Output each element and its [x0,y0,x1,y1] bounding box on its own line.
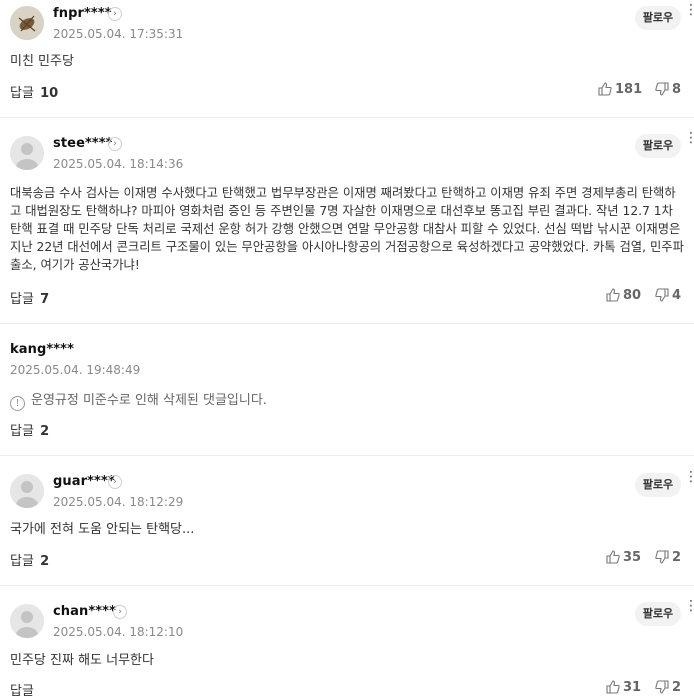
more-options-icon[interactable]: ⋮ [684,599,694,613]
avatar[interactable] [10,604,44,638]
chevron-right-icon[interactable]: › [108,7,122,21]
timestamp: 2025.05.04. 18:12:10 [53,625,184,639]
comment-item: chan**** › 2025.05.04. 18:12:10 팔로우 ⋮ 민주… [0,586,694,700]
reply-label: 답글 [10,424,34,439]
username: kang**** [10,342,74,357]
follow-button[interactable]: 팔로우 [635,602,681,626]
comment-item: fnpr**** › 2025.05.04. 17:35:31 팔로우 ⋮ 미친… [0,0,694,118]
comment-text: 미친 민주당 [10,54,74,69]
reply-button[interactable]: 답글 [10,680,34,699]
avatar[interactable] [10,136,44,170]
dislike-count: 4 [672,288,682,303]
chevron-right-icon[interactable]: › [113,605,127,619]
reply-button[interactable]: 답글 10 [10,82,58,101]
more-options-icon[interactable]: ⋮ [684,470,694,484]
timestamp: 2025.05.04. 18:12:29 [53,495,184,509]
reply-label: 답글 [10,684,34,699]
follow-button[interactable]: 팔로우 [635,134,681,158]
reply-label: 답글 [10,86,34,101]
username[interactable]: chan**** [53,604,116,619]
dislike-button[interactable]: 2 [655,680,681,695]
comment-item: stee**** › 2025.05.04. 18:14:36 팔로우 ⋮ 대북… [0,118,694,324]
reply-button[interactable]: 답글 2 [10,550,49,569]
like-count: 31 [623,680,642,695]
comment-item: kang**** 2025.05.04. 19:48:49 ! 운영규정 미준수로… [0,324,694,456]
reply-button[interactable]: 답글 7 [10,288,49,307]
reply-button[interactable]: 답글 2 [10,420,49,439]
comment-text: 국가에 전혀 도움 안되는 탄핵당... [10,522,195,537]
comment-text: 대북송금 수사 검사는 이재명 수사했다고 탄핵했고 법무부장관은 이재명 째려… [10,186,684,272]
dislike-button[interactable]: 2 [655,550,681,565]
avatar[interactable] [10,474,44,508]
thumbs-up-icon [606,550,620,564]
username[interactable]: guar**** [53,474,115,489]
reply-count: 2 [40,554,50,569]
thumbs-down-icon [655,680,669,694]
comment-item: guar**** › 2025.05.04. 18:12:29 팔로우 ⋮ 국가… [0,456,694,586]
like-count: 181 [615,82,643,97]
follow-button[interactable]: 팔로우 [635,6,681,30]
deleted-text: 운영규정 미준수로 인해 삭제된 댓글입니다. [31,393,267,408]
thumbs-up-icon [606,680,620,694]
reply-count: 10 [40,86,59,101]
timestamp: 2025.05.04. 18:14:36 [53,157,184,171]
more-options-icon[interactable]: ⋮ [684,131,694,145]
reply-label: 답글 [10,292,34,307]
avatar[interactable] [10,6,44,40]
reply-count: 7 [40,292,50,307]
username[interactable]: stee**** [53,136,113,151]
thumbs-down-icon [655,288,669,302]
deleted-notice: ! 운영규정 미준수로 인해 삭제된 댓글입니다. [10,389,267,411]
thumbs-down-icon [655,550,669,564]
reply-count: 2 [40,424,50,439]
username[interactable]: fnpr**** [53,6,112,21]
info-icon: ! [10,396,25,411]
like-count: 80 [623,288,642,303]
reply-label: 답글 [10,554,34,569]
dislike-count: 2 [672,680,682,695]
dislike-button[interactable]: 8 [655,82,681,97]
chevron-right-icon[interactable]: › [108,475,122,489]
like-count: 35 [623,550,642,565]
chevron-right-icon[interactable]: › [108,137,122,151]
timestamp: 2025.05.04. 17:35:31 [53,27,184,41]
dislike-button[interactable]: 4 [655,288,681,303]
thumbs-up-icon [606,288,620,302]
like-button[interactable]: 181 [598,82,642,97]
thumbs-down-icon [655,82,669,96]
follow-button[interactable]: 팔로우 [635,473,681,497]
like-button[interactable]: 31 [606,680,641,695]
more-options-icon[interactable]: ⋮ [684,3,694,17]
dislike-count: 8 [672,82,682,97]
like-button[interactable]: 80 [606,288,641,303]
dislike-count: 2 [672,550,682,565]
comment-text: 민주당 진짜 해도 너무한다 [10,653,154,668]
thumbs-up-icon [598,82,612,96]
like-button[interactable]: 35 [606,550,641,565]
timestamp: 2025.05.04. 19:48:49 [10,363,141,377]
